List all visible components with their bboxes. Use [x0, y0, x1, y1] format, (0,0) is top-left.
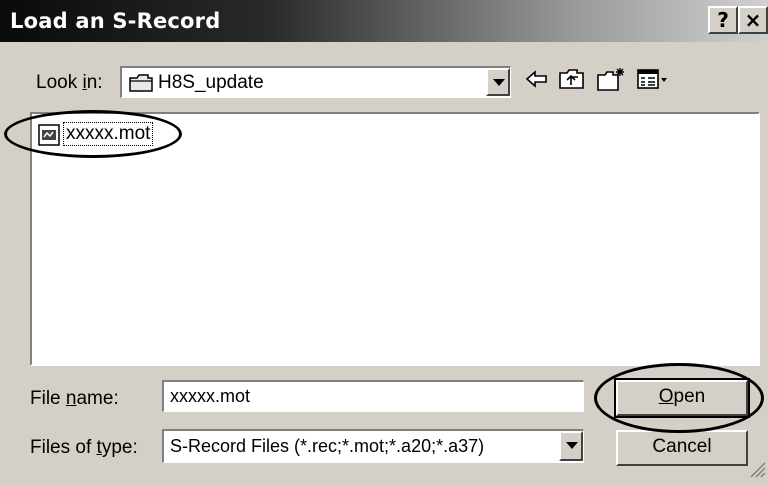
resize-grip-icon[interactable] [748, 460, 766, 483]
file-list[interactable]: xxxxx.mot [30, 112, 760, 366]
folder-icon [128, 72, 154, 99]
mot-file-icon [38, 124, 60, 151]
files-of-type-value: S-Record Files (*.rec;*.mot;*.a20;*.a37) [170, 436, 485, 456]
help-button[interactable]: ? [708, 6, 738, 34]
files-of-type-label-prefix: Files of [30, 437, 97, 458]
file-name-input[interactable]: xxxxx.mot [162, 380, 584, 412]
cancel-button[interactable]: Cancel [616, 430, 748, 466]
open-button-label: pen [673, 386, 706, 407]
files-of-type-label-suffix: ype: [101, 437, 138, 458]
up-folder-icon[interactable] [558, 67, 586, 96]
files-of-type-label: Files of type: [30, 437, 138, 459]
file-name-label-suffix: ame: [76, 388, 119, 409]
files-of-type-dropdown-arrow[interactable] [559, 431, 583, 461]
look-in-label-prefix: Look [36, 72, 83, 93]
file-name-label-access-key: n [65, 388, 77, 409]
load-srecord-dialog: Load an S-Record ? × Look in: H8S_update [0, 0, 768, 485]
look-in-value: H8S_update [158, 72, 264, 93]
look-in-dropdown-arrow[interactable] [486, 68, 510, 96]
back-arrow-icon[interactable] [524, 67, 550, 96]
file-name-label: File name: [30, 388, 119, 410]
title-bar[interactable]: Load an S-Record ? × [0, 0, 768, 42]
file-name-input-value: xxxxx.mot [170, 386, 251, 406]
open-button-access-key: O [658, 386, 674, 407]
close-button[interactable]: × [738, 6, 768, 34]
look-in-label: Look in: [36, 72, 103, 94]
view-menu-icon[interactable] [636, 67, 670, 96]
look-in-label-suffix: n: [86, 72, 103, 93]
new-folder-icon[interactable] [596, 67, 626, 98]
dialog-title: Load an S-Record [10, 9, 221, 33]
files-of-type-dropdown[interactable]: S-Record Files (*.rec;*.mot;*.a20;*.a37) [162, 429, 584, 463]
file-name-text: xxxxx.mot [62, 122, 154, 146]
look-in-dropdown[interactable]: H8S_update [120, 66, 511, 98]
file-name-label-prefix: File [30, 388, 66, 409]
open-button[interactable]: Open [614, 378, 750, 418]
